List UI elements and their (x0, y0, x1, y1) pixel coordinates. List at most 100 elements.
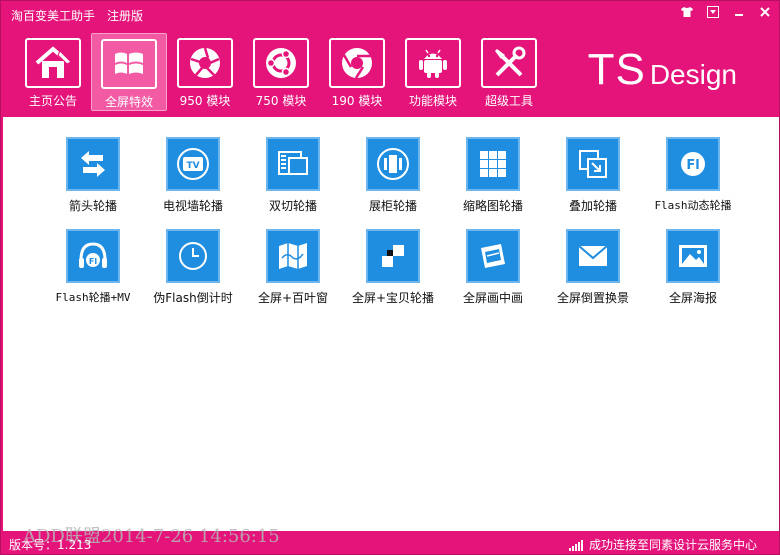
app-window: 淘百变美工助手 注册版 主页公告 全屏特效 950 模块 750 模块 190 … (0, 0, 780, 555)
home-icon-frame (25, 38, 81, 88)
checker-icon (382, 245, 404, 267)
signal-icon (568, 539, 583, 551)
effect-label: 双切轮播 (268, 199, 317, 213)
envelope-icon (578, 245, 608, 266)
tab-home[interactable]: 主页公告 (15, 33, 91, 111)
title-bar[interactable]: 淘百变美工助手 注册版 (1, 1, 780, 29)
effect-item-overlay[interactable]: 叠加轮播 (543, 137, 643, 217)
effect-label: 箭头轮播 (68, 199, 117, 213)
android-icon (419, 49, 447, 78)
svg-text:Fl: Fl (89, 257, 97, 266)
effect-label: Flash轮播+MV (55, 291, 131, 304)
tab-fullscreen-effects[interactable]: 全屏特效 (91, 33, 167, 111)
map-fold-icon (279, 243, 307, 269)
status-bar: 版本号：1.213 成功连接至同素设计云服务中心 (1, 532, 780, 555)
effect-label: 全屏画中画 (462, 291, 523, 305)
menu-icon (707, 6, 719, 18)
tools-icon (495, 46, 526, 77)
effect-tile: TV (166, 137, 220, 191)
brand-logo: TS Design (588, 45, 737, 95)
brand-main: TS (587, 45, 646, 94)
android-icon-frame (405, 38, 461, 88)
brand-sub: Design (649, 59, 737, 90)
menu-button[interactable] (701, 3, 725, 21)
image-icon (679, 245, 707, 267)
windows-icon-frame (101, 39, 157, 89)
tv-icon: TV (177, 148, 209, 180)
tab-label: 主页公告 (28, 94, 77, 108)
minimize-button[interactable] (727, 3, 751, 21)
ubuntu-icon-frame (253, 38, 309, 88)
chrome-icon-frame (329, 38, 385, 88)
effect-tile: Fl (666, 137, 720, 191)
flash-headphones-icon: Fl (79, 242, 107, 268)
ubuntu-icon (266, 48, 296, 78)
close-icon (760, 7, 770, 17)
tab-function-module[interactable]: 功能模块 (395, 33, 471, 111)
close-button[interactable] (753, 3, 777, 21)
effect-item-flash-mv[interactable]: Fl Flash轮播+MV (43, 229, 143, 309)
windows-icon (115, 52, 143, 74)
aperture-icon-frame (177, 38, 233, 88)
tab-190-module[interactable]: 190 模块 (319, 33, 395, 111)
skin-icon (681, 7, 693, 17)
effect-label: 电视墙轮播 (162, 199, 223, 213)
skin-button[interactable] (675, 3, 699, 21)
tab-label: 190 模块 (331, 94, 383, 108)
effect-label: 全屏+百叶窗 (257, 291, 329, 305)
effect-item-inverted-scene[interactable]: 全屏倒置换景 (543, 229, 643, 309)
effect-tile (666, 229, 720, 283)
tab-950-module[interactable]: 950 模块 (167, 33, 243, 111)
effect-tile: Fl (66, 229, 120, 283)
thumbnail-grid-icon (480, 151, 506, 177)
effect-label: 伪Flash倒计时 (153, 291, 233, 305)
minimize-icon (735, 14, 743, 16)
effect-item-tv-wall[interactable]: TV 电视墙轮播 (143, 137, 243, 217)
main-toolbar: 主页公告 全屏特效 950 模块 750 模块 190 模块 功能模块 超级工具 (15, 33, 547, 111)
window-controls (675, 3, 777, 21)
effect-tile (366, 137, 420, 191)
tab-label: 750 模块 (255, 94, 307, 108)
svg-text:Fl: Fl (686, 158, 699, 173)
connection-status: 成功连接至同素设计云服务中心 (568, 536, 757, 553)
picture-in-picture-icon (481, 244, 505, 268)
effect-item-thumbnail[interactable]: 缩略图轮播 (443, 137, 543, 217)
effect-tile (566, 229, 620, 283)
effect-tile (266, 137, 320, 191)
chrome-icon (342, 48, 372, 79)
effect-tile (166, 229, 220, 283)
flash-icon: Fl (681, 152, 705, 176)
arrows-icon (81, 151, 105, 177)
effect-item-dual-switch[interactable]: 双切轮播 (243, 137, 343, 217)
aperture-icon (190, 47, 220, 78)
version-label: 版本号：1.213 (9, 538, 92, 552)
effect-item-blinds[interactable]: 全屏+百叶窗 (243, 229, 343, 309)
effects-panel: 箭头轮播 TV 电视墙轮播 双切轮播 展柜轮播 缩略图轮播 叠加轮播 Fl Fl… (3, 117, 779, 531)
effect-label: 缩略图轮播 (462, 199, 523, 213)
connection-text: 成功连接至同素设计云服务中心 (588, 538, 757, 552)
home-icon (35, 46, 72, 78)
effect-label: 全屏+宝贝轮播 (351, 291, 435, 305)
effect-item-arrow-carousel[interactable]: 箭头轮播 (43, 137, 143, 217)
effect-label: 展柜轮播 (368, 199, 417, 213)
svg-text:TV: TV (186, 161, 199, 171)
tab-label: 超级工具 (484, 94, 533, 108)
effect-item-picture-in-picture[interactable]: 全屏画中画 (443, 229, 543, 309)
dual-switch-icon (278, 151, 308, 175)
tab-super-tools[interactable]: 超级工具 (471, 33, 547, 111)
effect-item-showcase[interactable]: 展柜轮播 (343, 137, 443, 217)
effects-grid: 箭头轮播 TV 电视墙轮播 双切轮播 展柜轮播 缩略图轮播 叠加轮播 Fl Fl… (43, 137, 743, 309)
tab-label: 功能模块 (408, 94, 457, 108)
effect-item-fake-flash-countdown[interactable]: 伪Flash倒计时 (143, 229, 243, 309)
app-title: 淘百变美工助手 (11, 9, 96, 23)
effect-item-flash-dynamic[interactable]: Fl Flash动态轮播 (643, 137, 743, 217)
edition-label: 注册版 (107, 9, 144, 23)
effect-label: Flash动态轮播 (654, 199, 732, 212)
effect-tile (466, 229, 520, 283)
tab-label: 全屏特效 (104, 95, 153, 109)
effect-item-poster[interactable]: 全屏海报 (643, 229, 743, 309)
effect-label: 全屏海报 (668, 291, 717, 305)
clock-icon (179, 242, 207, 270)
tab-750-module[interactable]: 750 模块 (243, 33, 319, 111)
effect-item-baby-carousel[interactable]: 全屏+宝贝轮播 (343, 229, 443, 309)
